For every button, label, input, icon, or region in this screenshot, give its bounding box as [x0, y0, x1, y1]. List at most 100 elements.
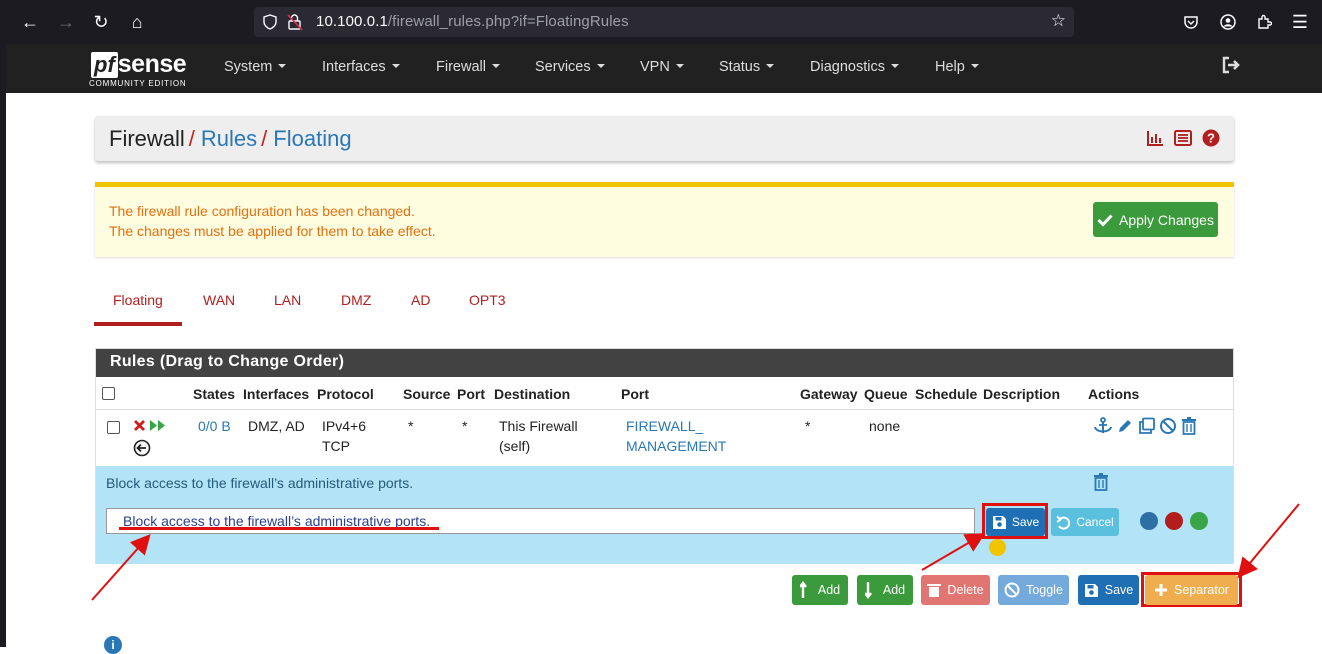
add-rule-top-button[interactable]: Add: [792, 575, 848, 605]
save-button[interactable]: Save: [1078, 575, 1139, 605]
separator-row: Block access to the firewall’s administr…: [96, 466, 1233, 564]
logo-sense: sense: [117, 50, 187, 78]
direction-in-icon: [133, 439, 151, 457]
tab-lan[interactable]: LAN: [274, 292, 301, 308]
separator-trash-icon[interactable]: [1093, 473, 1109, 491]
color-option-blue[interactable]: [1140, 512, 1158, 530]
tab-dmz[interactable]: DMZ: [341, 292, 371, 308]
pfsense-navbar: pf sense COMMUNITY EDITION System Interfa…: [6, 44, 1322, 93]
pocket-icon[interactable]: [1179, 10, 1203, 34]
url-path: /firewall_rules.php?if=FloatingRules: [387, 13, 629, 30]
separator-cancel-label: Cancel: [1076, 515, 1114, 529]
rule-gateway: *: [805, 418, 811, 434]
info-icon[interactable]: i: [104, 636, 122, 654]
col-description: Description: [983, 386, 1061, 402]
add-rule-bottom-button[interactable]: Add: [857, 575, 913, 605]
status-graph-icon[interactable]: [1146, 129, 1164, 147]
caret-down-icon: [596, 64, 605, 68]
col-gateway: Gateway: [800, 386, 858, 402]
shield-icon: [263, 14, 277, 30]
trash-icon[interactable]: [1181, 417, 1197, 435]
color-option-green[interactable]: [1190, 512, 1208, 530]
apply-changes-button[interactable]: Apply Changes: [1093, 202, 1218, 237]
menu-status[interactable]: Status: [719, 59, 775, 75]
browser-toolbar: ← → ↻ ⌂ 10.100.0.1/firewall_rules.php?if…: [0, 0, 1322, 44]
side-edge: [0, 44, 6, 647]
menu-vpn[interactable]: VPN: [640, 59, 684, 75]
rule-dest-port-alias-1[interactable]: FIREWALL_: [626, 416, 703, 436]
select-all-checkbox[interactable]: [102, 387, 115, 400]
rule-queue: none: [869, 418, 901, 434]
color-option-yellow[interactable]: [989, 539, 1006, 556]
pfsense-logo[interactable]: pf sense COMMUNITY EDITION: [89, 50, 187, 88]
delete-button[interactable]: Delete: [921, 575, 990, 605]
menu-firewall[interactable]: Firewall: [436, 59, 500, 75]
tab-ad[interactable]: AD: [411, 292, 430, 308]
plus-icon: [1155, 584, 1168, 596]
col-destination: Destination: [494, 386, 571, 402]
menu-services[interactable]: Services: [535, 59, 605, 75]
breadcrumb-rules-link[interactable]: Rules: [201, 126, 257, 151]
toggle-button[interactable]: Toggle: [998, 575, 1069, 605]
address-bar[interactable]: 10.100.0.1/firewall_rules.php?if=Floatin…: [254, 7, 1074, 37]
menu-help[interactable]: Help: [935, 59, 979, 75]
rule-source: *: [408, 418, 414, 434]
menu-label: Services: [535, 59, 591, 75]
reload-icon[interactable]: ↻: [89, 10, 113, 34]
col-states: States: [193, 386, 236, 402]
hamburger-menu-icon[interactable]: ☰: [1288, 10, 1312, 34]
extensions-icon[interactable]: [1252, 10, 1276, 34]
anchor-icon[interactable]: [1093, 417, 1113, 435]
rules-panel: Rules (Drag to Change Order) States Inte…: [95, 348, 1234, 564]
log-list-icon[interactable]: [1174, 129, 1192, 147]
col-source: Source: [403, 386, 451, 402]
separator-cancel-button[interactable]: Cancel: [1051, 508, 1119, 536]
separator-text-input[interactable]: [106, 508, 975, 534]
color-option-red[interactable]: [1165, 512, 1183, 530]
col-interfaces: Interfaces: [243, 386, 310, 402]
copy-icon[interactable]: [1138, 417, 1156, 435]
separator-text: Block access to the firewall’s administr…: [106, 475, 414, 491]
help-question-icon[interactable]: ?: [1202, 129, 1220, 147]
add-top-label: Add: [817, 583, 841, 597]
rule-protocol-1: IPv4+6: [322, 418, 366, 434]
bookmark-star-icon[interactable]: ☆: [1051, 11, 1066, 31]
alert-line-2: The changes must be applied for them to …: [109, 223, 436, 239]
caret-down-icon: [278, 64, 287, 68]
page-title: Firewall / Rules / Floating: [109, 126, 352, 152]
add-separator-button[interactable]: Separator: [1145, 575, 1238, 605]
logout-icon[interactable]: [1221, 56, 1241, 79]
breadcrumb-floating-link[interactable]: Floating: [273, 126, 351, 151]
floppy-disk-icon: [1084, 583, 1098, 597]
menu-interfaces[interactable]: Interfaces: [322, 59, 400, 75]
save-label: Save: [1104, 583, 1134, 597]
undo-icon: [1056, 515, 1071, 530]
col-dest-port: Port: [621, 386, 649, 402]
header-divider: [96, 409, 1233, 410]
rule-checkbox[interactable]: [107, 421, 120, 434]
rule-states-link[interactable]: 0/0 B: [198, 416, 231, 436]
config-changed-alert: The firewall rule configuration has been…: [95, 182, 1234, 257]
account-icon[interactable]: [1216, 10, 1240, 34]
forward-arrow-icon[interactable]: →: [54, 10, 78, 34]
edit-pencil-icon[interactable]: [1116, 417, 1134, 435]
breadcrumb-separator: /: [261, 126, 268, 151]
disable-ban-icon[interactable]: [1159, 417, 1177, 435]
rule-destination-2: (self): [499, 438, 531, 454]
logo-edition: COMMUNITY EDITION: [89, 79, 187, 88]
rule-source-port: *: [462, 418, 468, 434]
home-icon[interactable]: ⌂: [125, 10, 149, 34]
active-tab-indicator: [94, 322, 182, 326]
tab-wan[interactable]: WAN: [203, 292, 235, 308]
url-host: 10.100.0.1: [316, 13, 388, 30]
ban-icon: [1004, 582, 1020, 598]
back-arrow-icon[interactable]: ←: [18, 10, 42, 34]
delete-label: Delete: [947, 583, 984, 597]
menu-system[interactable]: System: [224, 59, 287, 75]
tab-opt3[interactable]: OPT3: [469, 292, 506, 308]
menu-diagnostics[interactable]: Diagnostics: [810, 59, 899, 75]
rule-protocol-2: TCP: [322, 438, 350, 454]
tab-floating[interactable]: Floating: [113, 292, 163, 308]
rule-dest-port-alias-2[interactable]: MANAGEMENT: [626, 436, 726, 456]
menu-label: Firewall: [436, 59, 486, 75]
